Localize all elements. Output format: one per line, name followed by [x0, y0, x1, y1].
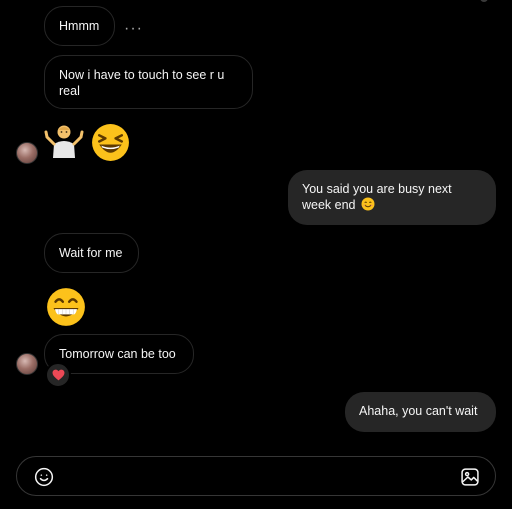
heart-icon [52, 369, 64, 381]
laughing-emoji[interactable] [90, 122, 131, 168]
smiling-emoji-icon [361, 197, 375, 211]
message-text: Now i have to touch to see r u real [59, 68, 225, 98]
image-icon [461, 468, 479, 486]
incoming-message[interactable]: Hmmm [44, 6, 115, 46]
message-text: Ahaha, you can't wait [359, 404, 478, 418]
message-reaction[interactable] [45, 362, 71, 388]
incoming-message[interactable]: Now i have to touch to see r u real [44, 55, 253, 109]
avatar[interactable] [16, 142, 38, 164]
message-text: Hmmm [59, 19, 100, 33]
shrug-emoji[interactable] [44, 122, 84, 167]
grinning-emoji[interactable] [45, 286, 87, 333]
outgoing-message[interactable]: You said you are busy next week end [288, 170, 496, 225]
emoji-picker-button[interactable] [33, 466, 55, 488]
smiley-face-icon [34, 467, 54, 487]
outgoing-message[interactable]: Ahaha, you can't wait [345, 392, 496, 432]
message-input[interactable] [61, 465, 455, 489]
avatar-fragment [480, 0, 488, 2]
message-composer [16, 456, 496, 496]
message-text: Tomorrow can be too [59, 347, 176, 361]
message-text: Wait for me [59, 246, 123, 260]
message-text: You said you are busy next week end [302, 182, 452, 212]
add-photo-button[interactable] [459, 466, 481, 488]
message-thread: Hmmm ··· Now i have to touch to see r u … [0, 0, 512, 450]
incoming-message[interactable]: Wait for me [44, 233, 139, 273]
avatar[interactable] [16, 353, 38, 375]
more-options-button[interactable]: ··· [124, 21, 143, 37]
